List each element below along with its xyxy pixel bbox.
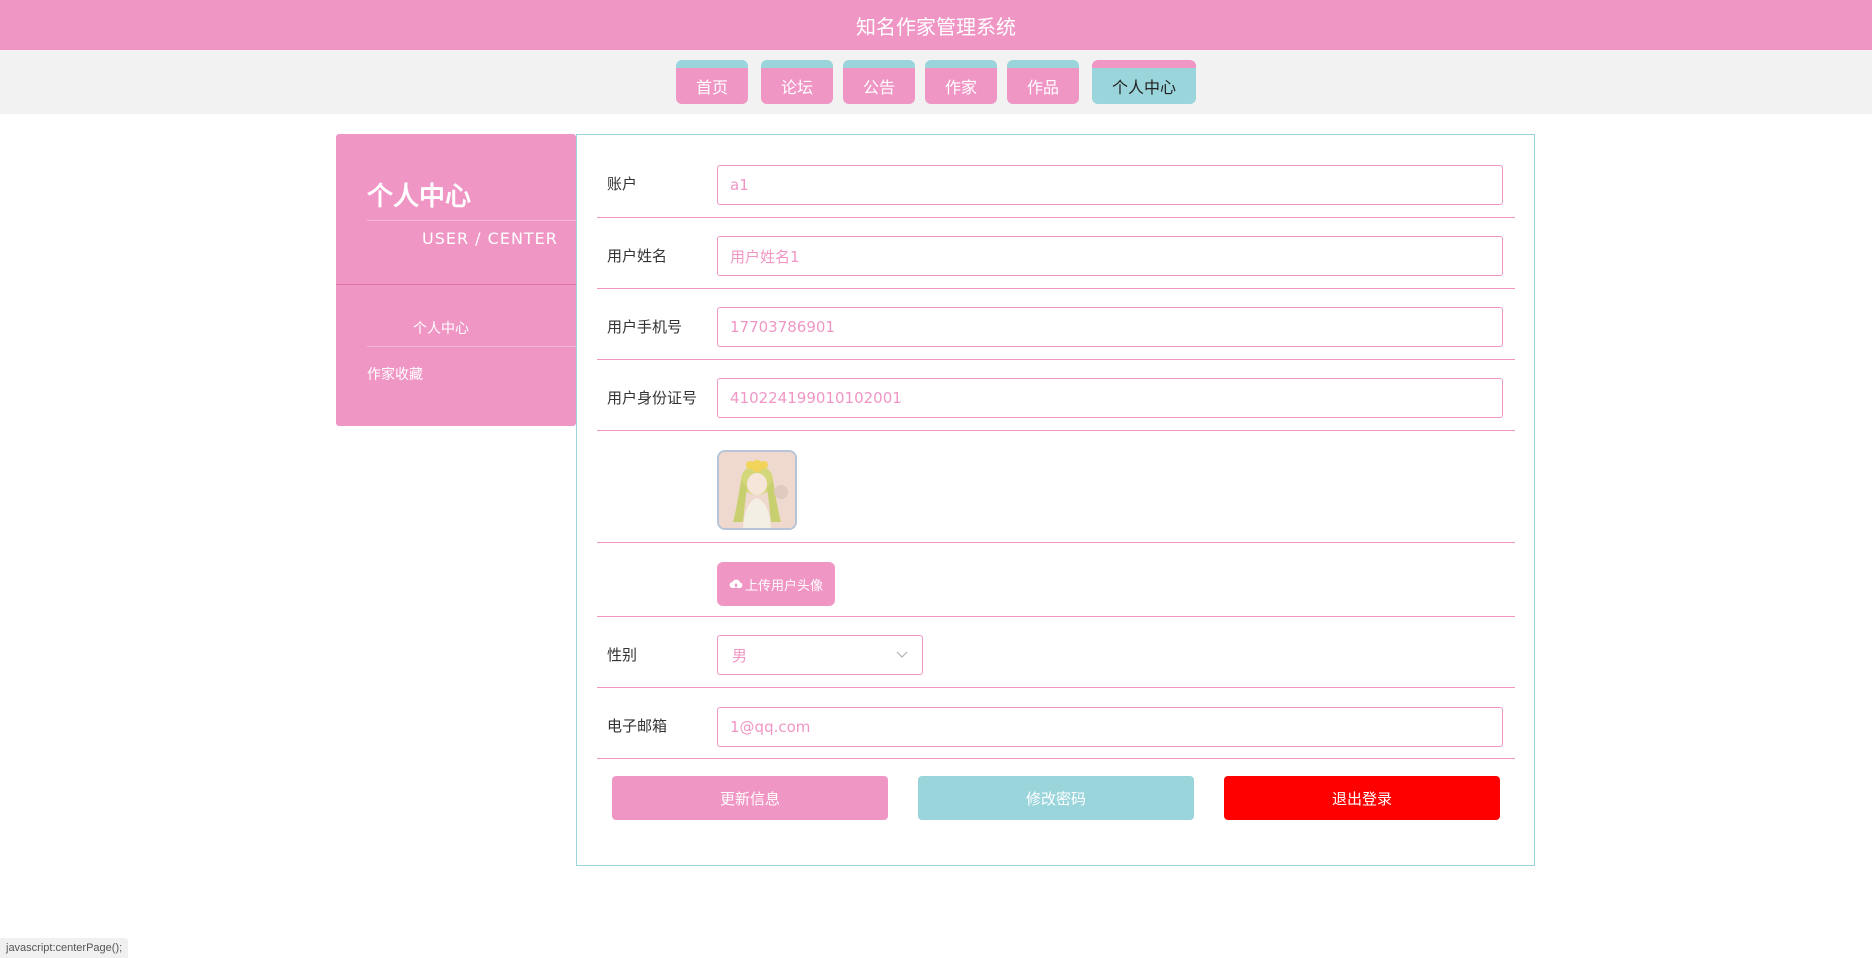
app-header: 知名作家管理系统 — [0, 0, 1872, 50]
nav-announcement[interactable]: 公告 — [843, 60, 915, 104]
sidebar-title-divider — [367, 220, 576, 221]
sidebar-item-writer-favorites[interactable]: 作家收藏 — [367, 364, 423, 384]
sidebar-item-personal-center[interactable]: 个人中心 — [413, 318, 469, 338]
sidebar: 个人中心 USER / CENTER 个人中心 作家收藏 — [336, 134, 576, 426]
browser-status-bar: javascript:centerPage(); — [0, 938, 129, 958]
change-password-button[interactable]: 修改密码 — [918, 776, 1194, 820]
nav-personal-center[interactable]: 个人中心 — [1092, 60, 1196, 104]
name-input[interactable]: 用户姓名1 — [717, 236, 1503, 276]
nav-writer[interactable]: 作家 — [925, 60, 997, 104]
account-row: 账户 a1 — [597, 135, 1515, 218]
cloud-upload-icon — [729, 579, 743, 588]
sidebar-divider — [336, 284, 576, 285]
idcard-input[interactable]: 410224199010102001 — [717, 378, 1503, 418]
avatar-row — [597, 430, 1515, 543]
sidebar-subtitle: USER / CENTER — [422, 229, 558, 248]
avatar-illustration — [719, 452, 795, 528]
upload-avatar-label: 上传用户头像 — [744, 578, 823, 594]
upload-row: 上传用户头像 — [597, 542, 1515, 617]
phone-input[interactable]: 17703786901 — [717, 307, 1503, 347]
name-label: 用户姓名 — [607, 247, 668, 265]
gender-row: 性别 男 — [597, 616, 1515, 688]
update-info-button[interactable]: 更新信息 — [612, 776, 888, 820]
email-row: 电子邮箱 1@qq.com — [597, 687, 1515, 759]
phone-label: 用户手机号 — [607, 318, 683, 336]
nav-forum[interactable]: 论坛 — [761, 60, 833, 104]
name-row: 用户姓名 用户姓名1 — [597, 217, 1515, 289]
sidebar-title: 个人中心 — [367, 182, 472, 212]
phone-row: 用户手机号 17703786901 — [597, 288, 1515, 360]
gender-select[interactable]: 男 — [717, 635, 923, 675]
app-title: 知名作家管理系统 — [856, 14, 1016, 39]
sidebar-item-divider — [367, 346, 576, 347]
account-input[interactable]: a1 — [717, 165, 1503, 205]
email-label: 电子邮箱 — [607, 717, 668, 735]
nav-home[interactable]: 首页 — [676, 60, 748, 104]
upload-avatar-button[interactable]: 上传用户头像 — [717, 562, 835, 606]
profile-form: 账户 a1 用户姓名 用户姓名1 用户手机号 17703786901 用户身份证… — [576, 134, 1535, 866]
email-input[interactable]: 1@qq.com — [717, 707, 1503, 747]
chevron-down-icon — [896, 651, 908, 658]
idcard-row: 用户身份证号 410224199010102001 — [597, 359, 1515, 431]
logout-button[interactable]: 退出登录 — [1224, 776, 1500, 820]
avatar-image — [717, 450, 797, 530]
gender-selected-value: 男 — [732, 646, 748, 665]
account-label: 账户 — [607, 175, 638, 193]
main-nav: 首页 论坛 公告 作家 作品 个人中心 — [0, 50, 1872, 114]
gender-label: 性别 — [607, 646, 638, 664]
nav-works[interactable]: 作品 — [1007, 60, 1079, 104]
idcard-label: 用户身份证号 — [607, 389, 698, 407]
